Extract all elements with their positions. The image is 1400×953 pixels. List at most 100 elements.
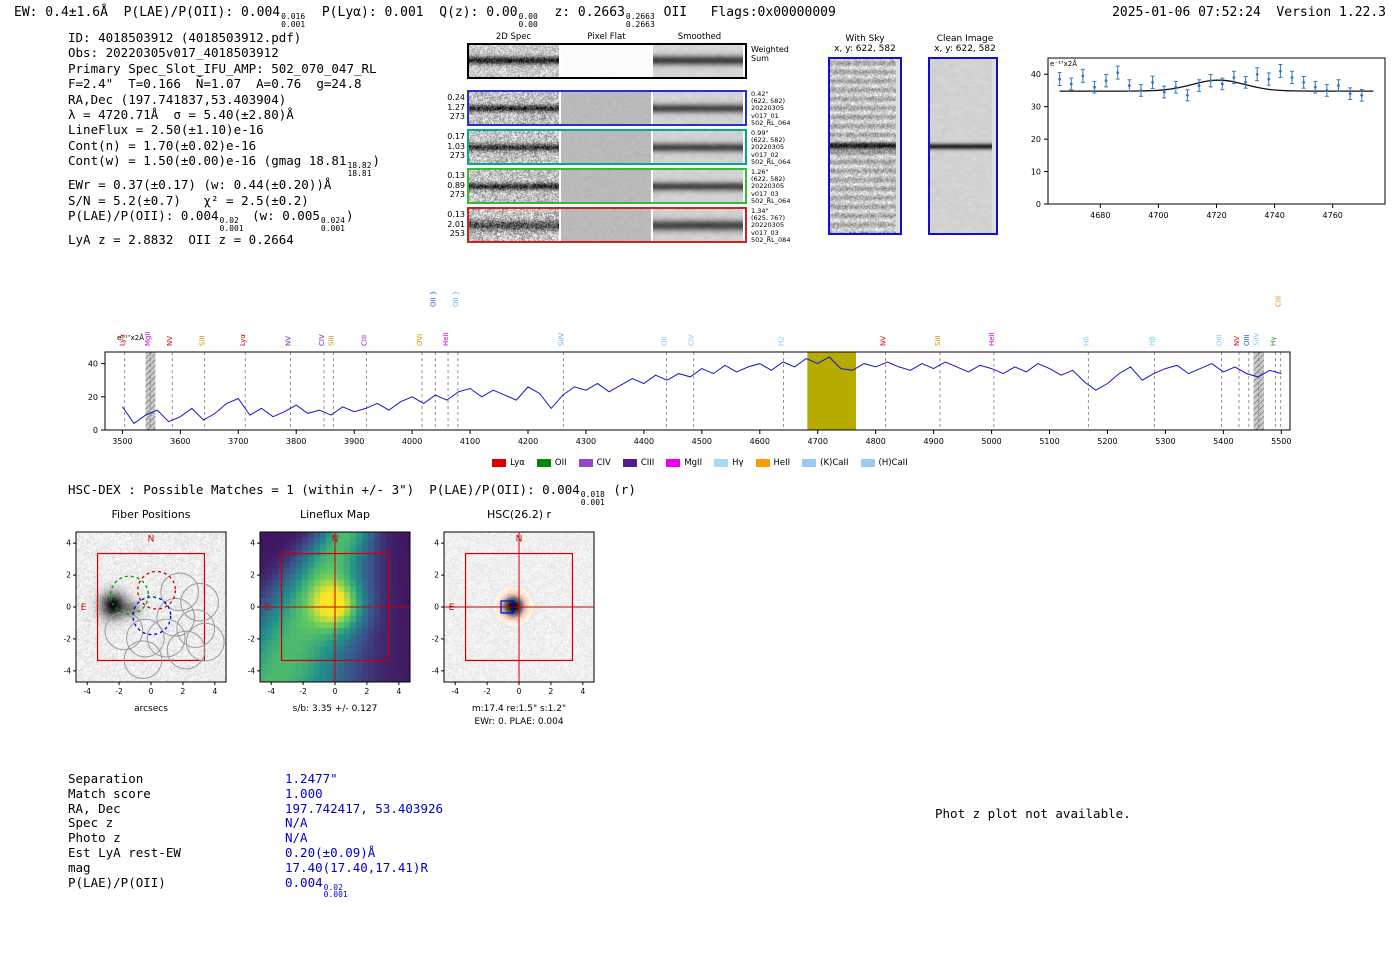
fiber-circle [137, 570, 177, 610]
match-field-label: P(LAE)/P(OII) [68, 874, 166, 890]
hsc-r-cutout: HSC(26.2) r -4 -4 -2 -2 0 0 2 2 4 4 N E m:17.4 re:1… [408, 506, 630, 736]
legend-swatch [755, 459, 770, 467]
text-segment: HSC-DEX : Possible Matches = 1 (within +… [68, 482, 580, 497]
stat-line: 0.24 [447, 93, 465, 102]
text-segment: λ = 4720.71Å σ = 5.40(±2.80)Å [68, 107, 294, 123]
x-tick-label: 5400 [1213, 437, 1233, 446]
data-points [1057, 63, 1364, 102]
fiber-circle [126, 618, 165, 658]
data-point [1186, 93, 1189, 97]
data-point [1162, 90, 1166, 94]
match-field-label: RA, Dec [68, 800, 121, 816]
uncertainty-range: 0.02 0.001 [219, 216, 244, 233]
data-point [1081, 74, 1085, 78]
x-tick-label: 4 [212, 687, 217, 696]
info-line: P(LAE)/P(OII): 0.004 0.02 0.001 (w: 0.005 0… [68, 208, 380, 232]
marker-label: OII [660, 336, 668, 346]
data-point [1116, 71, 1120, 74]
twod-row [467, 129, 747, 165]
detection-highlight-band [807, 352, 856, 430]
emission-line-marker: OIII [1216, 334, 1224, 430]
twod-row [467, 207, 747, 243]
emission-line-marker: Lyα [119, 334, 127, 430]
match-table-row: mag 17.40(17.40,17.41)R [68, 860, 443, 876]
y-axis-unit-label: e⁻¹⁷x2Å [1050, 59, 1077, 68]
twod-strip-canvas [469, 45, 559, 77]
twod-strip-canvas [653, 45, 743, 77]
match-table-row: RA, Dec 197.742417, 53.403926 [68, 800, 443, 817]
twod-col-title: 2D Spec [495, 32, 532, 42]
text-segment: ID: 4018503912 (4018503912.pdf) [68, 30, 302, 45]
data-point [1255, 72, 1259, 76]
y-tick-label: -2 [64, 634, 72, 643]
text-segment: 1.000 [285, 785, 323, 801]
emission-line-marker: NV [880, 336, 888, 430]
photz-note: Phot z plot not available. [935, 806, 1131, 821]
text-segment: Primary Spec_Slot_IFU_AMP: 502_070_047_R… [68, 60, 377, 76]
stat-line: 0.13 [447, 210, 465, 219]
data-point [1313, 85, 1317, 89]
hsc-match-summary: HSC-DEX : Possible Matches = 1 (within +… [68, 482, 636, 506]
data-point [1139, 89, 1143, 92]
data-point [1279, 69, 1282, 73]
data-point [1290, 76, 1294, 79]
stat-line: 273 [449, 190, 465, 199]
x-tick-label: 0 [149, 687, 154, 696]
text-segment: N/A [285, 815, 308, 831]
x-tick-label: -4 [267, 687, 275, 696]
legend-item: (H)CaII [860, 458, 908, 468]
twod-col-title: Smoothed [677, 32, 722, 42]
emission-line-marker: OII [660, 336, 668, 430]
match-table-row: Separation 1.2477" [68, 771, 443, 787]
match-table-row: P(LAE)/P(OII) 0.004 0.02 0.001 [68, 874, 443, 900]
with-sky-cutout: With Sky x, y: 622, 582 [822, 34, 908, 235]
twod-row-canvas [653, 131, 743, 163]
x-tick-label: 3800 [286, 437, 306, 446]
info-line: RA,Dec (197.741837,53.403904) [68, 92, 380, 107]
legend-swatch [622, 459, 637, 467]
data-point [1069, 82, 1073, 86]
y-tick-label: 4 [250, 539, 255, 548]
marker-label: SiII [199, 335, 207, 346]
emission-line-marker: OII } [429, 291, 437, 430]
data-point [1220, 82, 1224, 86]
text-segment: (r) [605, 482, 636, 497]
info-line: S/N = 5.2(±0.7) χ² = 2.5(±0.2) [68, 193, 380, 208]
data-point [1174, 85, 1178, 89]
x-tick-label: 4740 [1264, 211, 1284, 220]
twod-row-canvas [653, 209, 743, 241]
data-point [1244, 80, 1247, 84]
marker-label: H2 [778, 336, 786, 346]
lineflux-sb-caption: s/b: 3.35 +/- 0.127 [292, 704, 378, 714]
spectrum-line [121, 356, 1282, 425]
info-line: Obs: 20220305v017_4018503912 [68, 45, 380, 60]
compass-north-label: N [148, 535, 155, 545]
twod-row [467, 168, 747, 204]
match-field-value: 0.20(±0.09)Å [285, 845, 375, 861]
x-tick-label: 4720 [1206, 211, 1226, 220]
stat-line: 1.27 [447, 102, 465, 112]
stat-line: 253 [449, 229, 465, 238]
marker-label: NV [284, 336, 292, 346]
info-line: Primary Spec_Slot_IFU_AMP: 502_070_047_R… [68, 61, 380, 76]
header-summary: EW: 0.4±1.6Å P(LAE)/P(OII): 0.004 0.016 0.… [14, 5, 836, 28]
data-point [1232, 76, 1236, 79]
data-point [1209, 79, 1213, 83]
annotation-line: 502_RL_084 [751, 235, 791, 244]
with-sky-coords: x, y: 622, 582 [834, 44, 896, 54]
text-segment: LyA z = 2.8832 OII z = 0.2664 [68, 232, 294, 248]
fiber-xlabel: arcsecs [134, 704, 168, 714]
emission-line-marker: NV [284, 336, 292, 430]
marker-label: CIV [688, 334, 696, 346]
marker-label: Hβ [1148, 336, 1156, 346]
marker-label: Hγ [1270, 337, 1278, 346]
info-line: LineFlux = 2.50(±1.10)e-16 [68, 122, 380, 137]
marker-label: MgII [144, 331, 152, 346]
uncertainty-range: 0.02 0.001 [323, 882, 348, 900]
x-tick-label: 4700 [1148, 211, 1168, 220]
x-tick-label: 4700 [808, 437, 828, 446]
text-segment: z: 0.2663 [538, 5, 625, 20]
data-point [1302, 80, 1306, 84]
twod-row-canvas [561, 131, 651, 163]
x-tick-label: 4680 [1090, 211, 1110, 220]
